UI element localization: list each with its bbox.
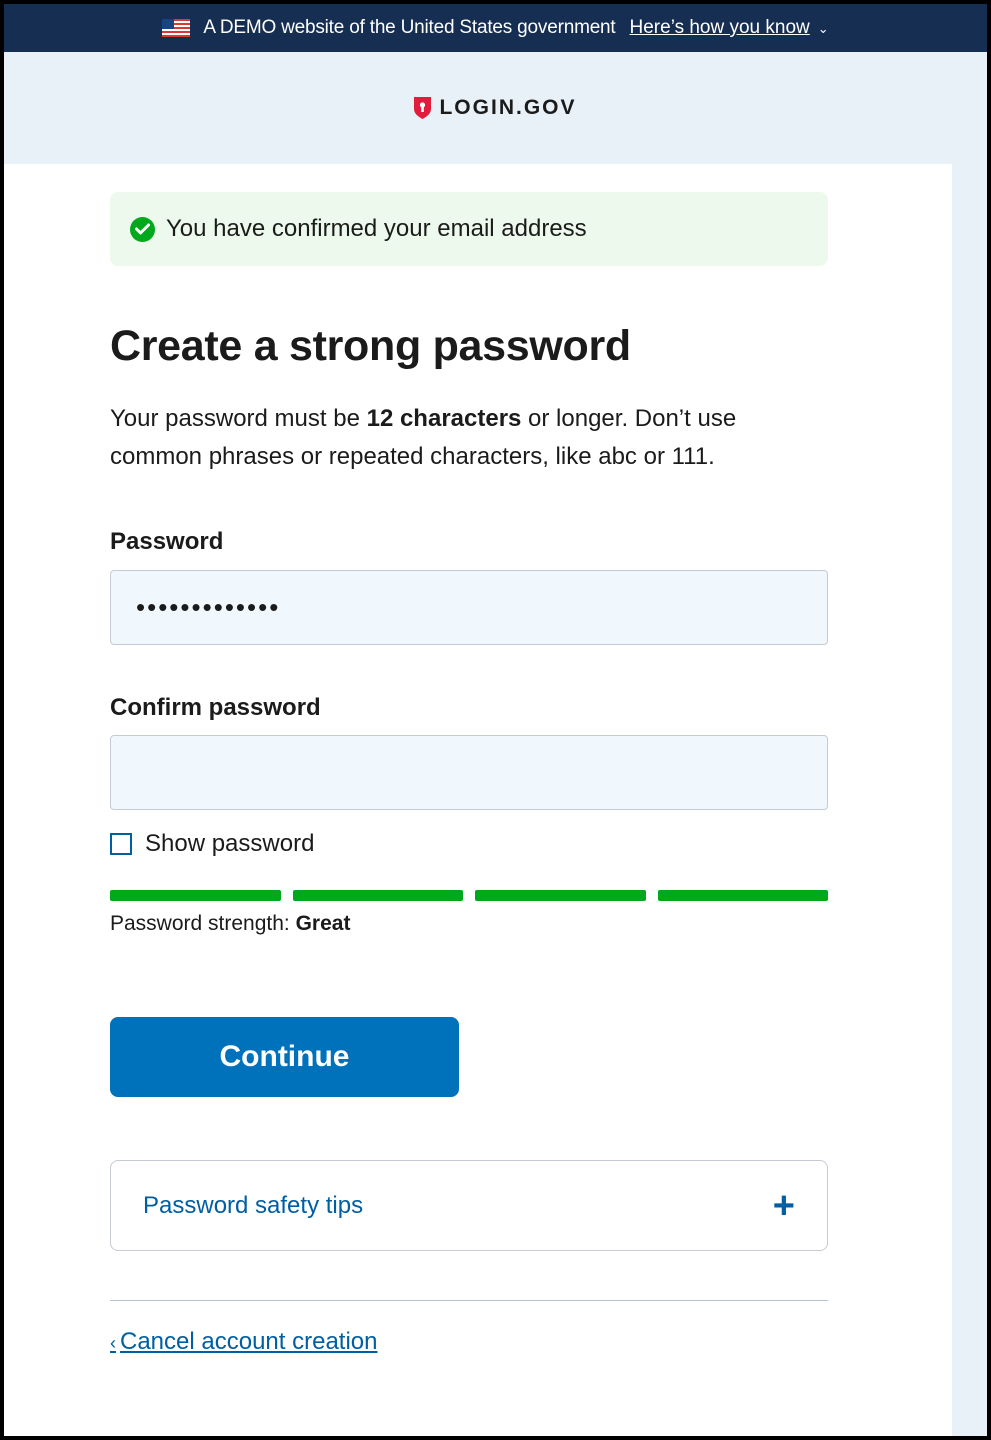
login-gov-logo[interactable]: LOGIN.GOV <box>414 96 576 120</box>
strength-segment <box>110 890 281 901</box>
strength-label: Password strength: <box>110 912 296 935</box>
show-password-toggle[interactable]: Show password <box>110 830 314 858</box>
page-title: Create a strong password <box>110 322 631 370</box>
check-circle-icon <box>130 216 155 242</box>
password-label: Password <box>110 528 224 555</box>
cancel-account-creation-link[interactable]: ‹ Cancel account creation <box>110 1328 377 1356</box>
password-requirements-text: Your password must be 12 characters or l… <box>110 400 810 476</box>
us-flag-icon <box>162 19 191 37</box>
success-alert: You have confirmed your email address <box>110 192 828 266</box>
password-strength-meter <box>110 890 828 901</box>
shield-icon <box>414 97 432 119</box>
strength-segment <box>292 890 463 901</box>
browser-frame: A DEMO website of the United States gove… <box>0 0 991 1440</box>
intro-text-bold: 12 characters <box>366 405 522 432</box>
heres-how-you-know-link[interactable]: Here’s how you know <box>630 17 810 39</box>
gov-banner: A DEMO website of the United States gove… <box>4 4 987 52</box>
site-header: LOGIN.GOV <box>4 52 987 164</box>
strength-segment <box>657 890 828 901</box>
plus-icon[interactable]: + <box>773 1187 795 1225</box>
chevron-down-icon[interactable]: ⌄ <box>818 21 829 37</box>
gov-banner-text: A DEMO website of the United States gove… <box>203 17 616 38</box>
show-password-label: Show password <box>145 830 315 857</box>
alert-message: You have confirmed your email address <box>166 215 587 242</box>
strength-segment <box>475 890 646 901</box>
strength-value: Great <box>295 912 351 935</box>
show-password-checkbox[interactable] <box>110 833 132 855</box>
main-card: You have confirmed your email address Cr… <box>4 164 952 1436</box>
continue-button[interactable]: Continue <box>110 1017 459 1097</box>
confirm-password-label: Confirm password <box>110 694 321 721</box>
logo-text: LOGIN.GOV <box>439 96 577 119</box>
cancel-link-label: Cancel account creation <box>120 1328 378 1355</box>
password-input[interactable] <box>110 570 828 645</box>
intro-text-start: Your password must be <box>110 405 367 432</box>
password-strength-text: Password strength: Great <box>110 912 350 936</box>
divider <box>110 1300 828 1301</box>
accordion-label: Password safety tips <box>143 1191 364 1219</box>
chevron-left-icon: ‹ <box>110 1333 116 1353</box>
confirm-password-input[interactable] <box>110 735 828 810</box>
password-safety-tips-accordion[interactable]: Password safety tips + <box>110 1160 828 1251</box>
